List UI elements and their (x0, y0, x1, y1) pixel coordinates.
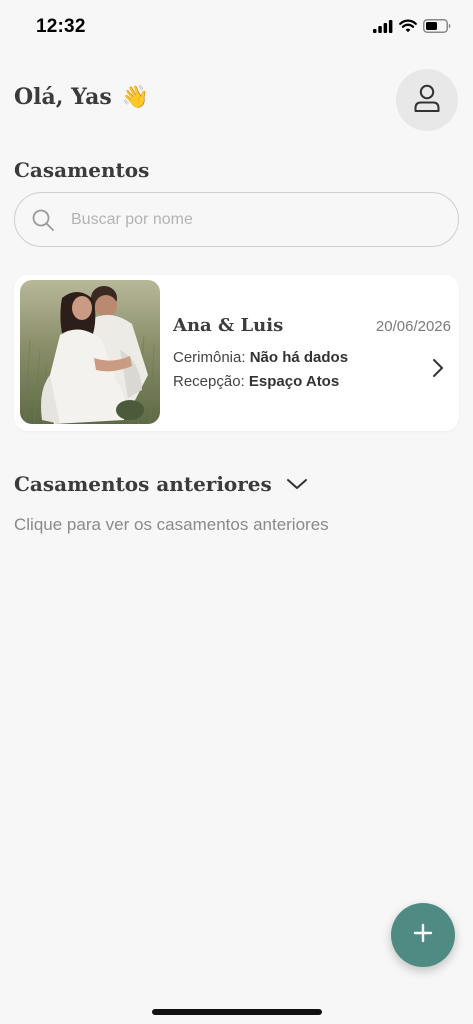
wifi-icon (399, 19, 417, 38)
signal-icon (373, 19, 393, 38)
status-time: 12:32 (36, 16, 86, 37)
previous-weddings-hint[interactable]: Clique para ver os casamentos anteriores (14, 515, 329, 535)
previous-weddings-title: Casamentos anteriores (14, 472, 272, 496)
app-screen: 12:32 Olá, Yas 👋 Casamentos Buscar por n… (0, 0, 473, 1024)
user-icon (413, 83, 441, 118)
reception-info: Recepção: Espaço Atos (173, 373, 339, 390)
weddings-section-title: Casamentos (14, 158, 150, 182)
status-icons (373, 19, 451, 38)
search-bar[interactable] (14, 192, 459, 247)
home-indicator (152, 1009, 322, 1015)
couple-photo (20, 280, 160, 424)
ceremony-label: Cerimônia: (173, 349, 246, 366)
battery-icon (423, 19, 451, 38)
profile-button[interactable] (396, 69, 458, 131)
previous-weddings-toggle[interactable]: Casamentos anteriores (14, 472, 308, 496)
wedding-card[interactable]: Ana & Luis 20/06/2026 Cerimônia: Não há … (14, 275, 459, 431)
wave-emoji: 👋 (121, 84, 150, 110)
search-input[interactable] (71, 210, 431, 229)
reception-value: Espaço Atos (248, 373, 340, 390)
plus-icon (413, 923, 433, 948)
chevron-down-icon (286, 472, 308, 496)
greeting-text: Olá, Yas (14, 84, 112, 110)
couple-names: Ana & Luis (173, 315, 284, 336)
wedding-date: 20/06/2026 (375, 318, 451, 335)
greeting: Olá, Yas 👋 (14, 84, 149, 110)
ceremony-value: Não há dados (249, 349, 349, 366)
status-bar: 12:32 (0, 0, 473, 56)
chevron-right-icon[interactable] (431, 357, 445, 379)
ceremony-info: Cerimônia: Não há dados (173, 349, 348, 366)
reception-label: Recepção: (173, 373, 245, 390)
search-icon (31, 208, 55, 232)
add-wedding-button[interactable] (391, 903, 455, 967)
